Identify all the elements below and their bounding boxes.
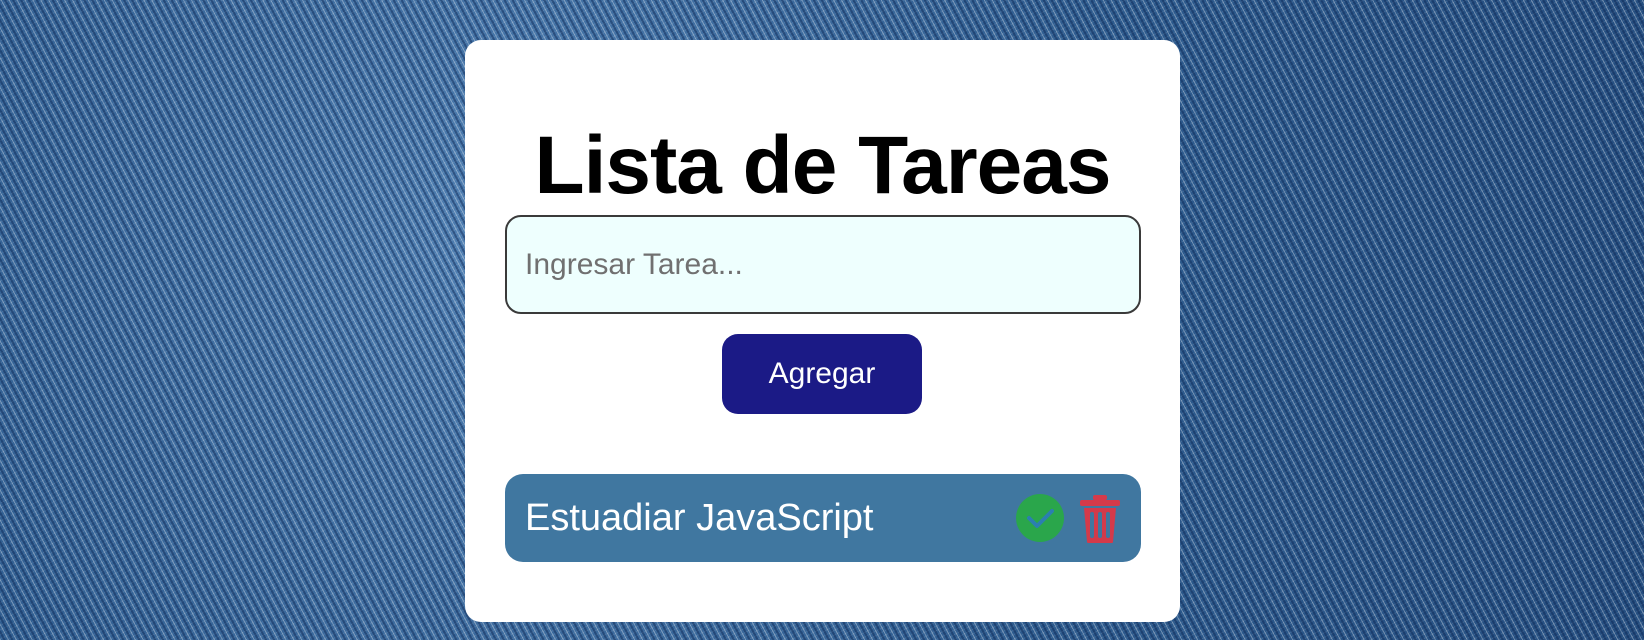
task-text: Estuadiar JavaScript — [525, 497, 874, 539]
trash-icon[interactable] — [1079, 494, 1121, 544]
check-circle-icon[interactable] — [1015, 493, 1065, 543]
task-input[interactable] — [505, 215, 1141, 314]
todo-card: Lista de Tareas Agregar Estuadiar JavaSc… — [465, 40, 1180, 622]
add-task-button[interactable]: Agregar — [722, 334, 922, 414]
task-list-item: Estuadiar JavaScript — [505, 474, 1141, 562]
page-title: Lista de Tareas — [534, 120, 1112, 211]
